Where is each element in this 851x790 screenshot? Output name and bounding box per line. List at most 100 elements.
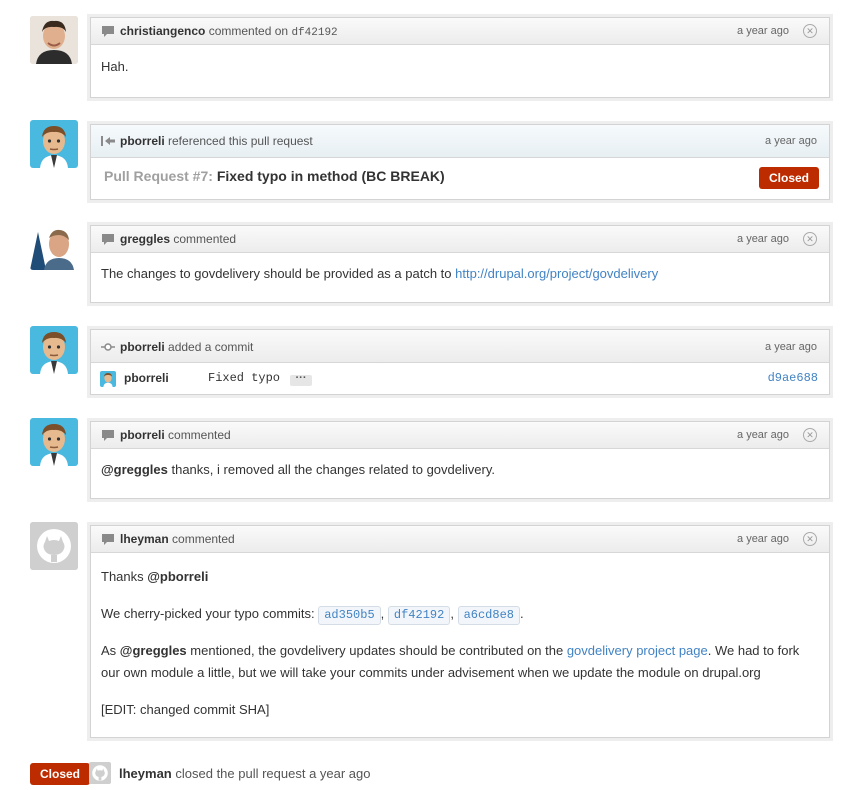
commit-sha-link[interactable]: df42192	[387, 606, 451, 625]
pull-request-link[interactable]: Pull Request #7: Fixed typo in method (B…	[104, 168, 445, 184]
timestamp[interactable]: a year ago	[737, 526, 789, 552]
closed-event-text: lheyman closed the pull request a year a…	[119, 766, 371, 781]
comment-header-text: lheyman commented	[120, 526, 235, 552]
user-mention[interactable]: @pborreli	[147, 569, 208, 584]
comment-paragraph: [EDIT: changed commit SHA]	[101, 702, 270, 717]
comment-icon	[102, 430, 114, 441]
comment-box: christiangenco commented on df42192 a ye…	[90, 17, 830, 98]
timestamp[interactable]: a year ago	[737, 422, 789, 448]
author-link[interactable]: lheyman	[120, 532, 169, 546]
reference-header: pborreli referenced this pull request a …	[91, 125, 829, 158]
action-text: commented	[173, 232, 237, 246]
comment-box: pborreli commented a year ago ✕ @greggle…	[90, 421, 830, 499]
action-text: added a commit	[168, 340, 254, 354]
close-icon[interactable]: ✕	[803, 428, 817, 442]
timestamp[interactable]: a year ago	[737, 226, 789, 252]
separator: ,	[380, 606, 385, 621]
comment-header: lheyman commented a year ago ✕	[91, 526, 829, 553]
timestamp[interactable]: a year ago	[737, 18, 789, 44]
commit-box: pborreli added a commit a year ago pborr…	[90, 329, 830, 395]
author-link[interactable]: pborreli	[120, 340, 165, 354]
timestamp[interactable]: a year ago	[765, 125, 817, 157]
author-link[interactable]: pborreli	[120, 428, 165, 442]
avatar[interactable]	[30, 222, 78, 270]
comment-icon	[102, 234, 114, 245]
project-link[interactable]: http://drupal.org/project/govdelivery	[455, 266, 658, 281]
author-link[interactable]: lheyman	[119, 766, 172, 781]
commit-icon	[101, 343, 115, 351]
avatar[interactable]	[30, 16, 78, 64]
comment-icon	[102, 534, 114, 545]
reference-header-text: pborreli referenced this pull request	[120, 125, 313, 157]
comment-header: christiangenco commented on df42192 a ye…	[91, 18, 829, 45]
comment-icon	[102, 26, 114, 37]
comment-text-part: mentioned, the govdelivery updates shoul…	[186, 643, 567, 658]
comment-header: greggles commented a year ago ✕	[91, 226, 829, 253]
commit-sha-link[interactable]: a6cd8e8	[457, 606, 520, 625]
comment-body: @greggles thanks, i removed all the chan…	[91, 449, 829, 477]
commit-sha-link[interactable]: d9ae688	[768, 371, 818, 385]
comment-text-part: thanks, i removed all the changes relate…	[167, 462, 495, 477]
commit-header-text: pborreli added a commit	[120, 330, 253, 364]
comment-header: pborreli commented a year ago ✕	[91, 422, 829, 449]
commit-row: pborreli Fixed typo ··· d9ae688	[91, 363, 829, 394]
octocat-icon	[30, 522, 78, 570]
commit-author[interactable]: pborreli	[124, 371, 169, 385]
event-text: closed the pull request a year ago	[175, 766, 371, 781]
comment-text: @greggles thanks, i removed all the chan…	[101, 462, 819, 477]
action-text: referenced this pull request	[168, 134, 313, 148]
comment-paragraph: As @greggles mentioned, the govdelivery …	[101, 640, 819, 684]
commit-sha-link[interactable]: ad350b5	[318, 606, 381, 625]
timeline-closed-event: Closed lheyman closed the pull request a…	[0, 760, 851, 788]
pull-request-title: Fixed typo in method (BC BREAK)	[216, 168, 445, 184]
timestamp[interactable]: a year ago	[765, 330, 817, 364]
action-text: commented on	[208, 24, 289, 38]
avatar[interactable]	[30, 326, 78, 374]
comment-paragraph: We cherry-picked your typo commits: ad35…	[101, 603, 819, 625]
closed-status-badge: Closed	[758, 167, 819, 189]
user-mention[interactable]: @greggles	[120, 643, 187, 658]
comment-text-part: The changes to govdelivery should be pro…	[101, 266, 452, 281]
comment-box: greggles commented a year ago ✕ The chan…	[90, 225, 830, 303]
project-page-link[interactable]: govdelivery project page	[567, 643, 708, 658]
action-text: commented	[168, 428, 231, 442]
author-link[interactable]: pborreli	[120, 134, 165, 148]
comment-box: lheyman commented a year ago ✕ Thanks @p…	[90, 525, 830, 738]
comment-text: The changes to govdelivery should be pro…	[101, 266, 819, 281]
avatar[interactable]	[30, 120, 78, 168]
avatar[interactable]	[30, 418, 78, 466]
commit-author-avatar[interactable]	[100, 371, 116, 387]
expand-commit-button[interactable]: ···	[290, 373, 312, 386]
close-icon[interactable]: ✕	[803, 232, 817, 246]
separator: ,	[450, 606, 454, 621]
avatar[interactable]	[89, 762, 111, 784]
user-mention[interactable]: @greggles	[101, 462, 168, 477]
period: .	[520, 606, 524, 621]
commit-header: pborreli added a commit a year ago	[91, 330, 829, 363]
comment-header-text: pborreli commented	[120, 422, 231, 448]
reference-arrow-icon	[101, 136, 115, 146]
close-icon[interactable]: ✕	[803, 24, 817, 38]
commit-message[interactable]: Fixed typo	[208, 371, 280, 385]
reference-box: pborreli referenced this pull request a …	[90, 124, 830, 200]
comment-paragraph: Thanks @pborreli	[101, 566, 819, 588]
comment-text: Hah.	[101, 59, 129, 74]
comment-body: Hah.	[91, 45, 829, 74]
close-icon[interactable]: ✕	[803, 532, 817, 546]
avatar[interactable]	[30, 522, 78, 570]
closed-status-badge: Closed	[30, 763, 91, 785]
comment-body: The changes to govdelivery should be pro…	[91, 253, 829, 281]
action-text: commented	[172, 532, 235, 546]
commit-sha-link[interactable]: df42192	[291, 27, 337, 39]
author-link[interactable]: christiangenco	[120, 24, 205, 38]
comment-body: Thanks @pborreli We cherry-picked your t…	[91, 553, 829, 721]
author-link[interactable]: greggles	[120, 232, 170, 246]
comment-text-part: Thanks	[101, 569, 148, 584]
comment-text-part: We cherry-picked your typo commits:	[101, 606, 315, 621]
pull-request-number: Pull Request #7:	[104, 168, 213, 184]
comment-text-part: As	[101, 643, 120, 658]
octocat-icon	[89, 762, 111, 784]
comment-header-text: christiangenco commented on df42192	[120, 18, 338, 46]
reference-body: Pull Request #7: Fixed typo in method (B…	[91, 158, 829, 199]
comment-header-text: greggles commented	[120, 226, 236, 252]
